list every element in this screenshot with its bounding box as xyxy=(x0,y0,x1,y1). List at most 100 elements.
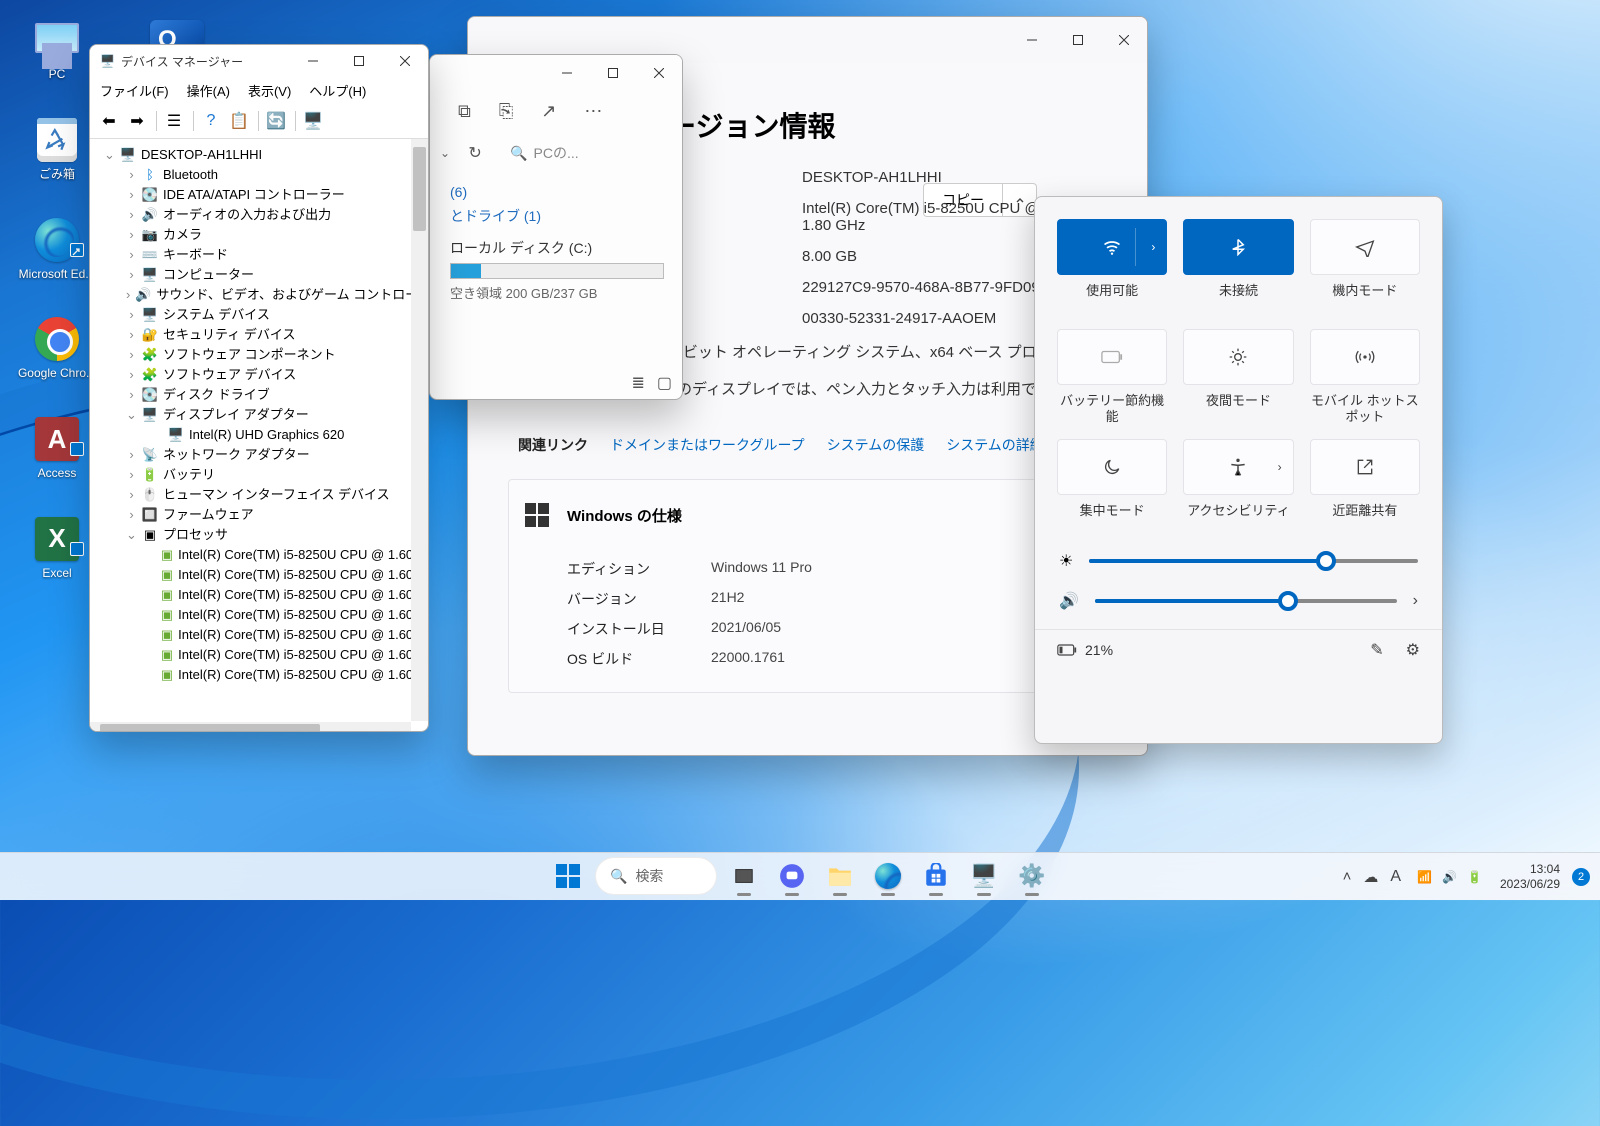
tree-node[interactable]: ⌄🖥️ディスプレイ アダプター xyxy=(94,405,428,425)
tree-node[interactable]: ›📷カメラ xyxy=(94,225,428,245)
minimize-button[interactable] xyxy=(1009,24,1055,56)
paste-icon[interactable]: ⎘ xyxy=(499,101,513,122)
tree-node[interactable]: ›🖥️コンピューター xyxy=(94,265,428,285)
tree-node[interactable]: ›📡ネットワーク アダプター xyxy=(94,445,428,465)
desktop-icon-excel[interactable]: X Excel xyxy=(14,513,100,583)
menu-view[interactable]: 表示(V) xyxy=(248,81,291,100)
more-icon[interactable]: ⋯ xyxy=(584,101,602,122)
wifi-toggle[interactable]: › xyxy=(1057,219,1167,275)
night-light-toggle[interactable] xyxy=(1183,329,1293,385)
maximize-button[interactable] xyxy=(336,45,382,77)
brightness-slider[interactable]: ☀ xyxy=(1035,541,1442,581)
share-icon[interactable]: ↗ xyxy=(541,101,556,122)
chevron-right-icon[interactable]: › xyxy=(1278,460,1282,474)
desktop-icon-recycle[interactable]: ごみ箱 xyxy=(14,114,100,184)
drive-item[interactable]: ローカル ディスク (C:) 空き領域 200 GB/237 GB xyxy=(440,238,666,302)
settings-icon[interactable]: ⚙ xyxy=(1406,640,1420,660)
tray-onedrive-icon[interactable]: ☁ xyxy=(1363,868,1378,886)
notification-badge[interactable]: 2 xyxy=(1572,868,1590,886)
battery-status[interactable]: 21% xyxy=(1057,642,1113,658)
tree-node[interactable]: ›⌨️キーボード xyxy=(94,245,428,265)
accessibility-toggle[interactable]: › xyxy=(1183,439,1293,495)
tree-node[interactable]: ▣Intel(R) Core(TM) i5-8250U CPU @ 1.60..… xyxy=(94,625,428,645)
copy-icon[interactable]: ⧉ xyxy=(458,101,471,122)
tree-node[interactable]: ›🖥️システム デバイス xyxy=(94,305,428,325)
back-button[interactable]: ⬅ xyxy=(96,108,122,134)
focus-toggle[interactable] xyxy=(1057,439,1167,495)
desktop-icon-chrome[interactable]: Google Chro... xyxy=(14,313,100,383)
view-list-icon[interactable]: ≣ xyxy=(631,373,644,393)
tree-node[interactable]: ▣Intel(R) Core(TM) i5-8250U CPU @ 1.60..… xyxy=(94,585,428,605)
view-grid-icon[interactable]: ▢ xyxy=(657,373,672,393)
drives-group[interactable]: とドライブ (1) xyxy=(440,202,666,228)
minimize-button[interactable] xyxy=(290,45,336,77)
tree-node[interactable]: ▣Intel(R) Core(TM) i5-8250U CPU @ 1.60..… xyxy=(94,565,428,585)
close-button[interactable] xyxy=(382,45,428,77)
tray-chevron-icon[interactable]: ˄ xyxy=(1343,868,1352,885)
link-domain[interactable]: ドメインまたはワークグループ xyxy=(610,435,805,455)
refresh-icon[interactable]: ↻ xyxy=(460,138,490,168)
volume-slider[interactable]: 🔊 › xyxy=(1035,581,1442,621)
maximize-button[interactable] xyxy=(590,57,636,89)
tree-node[interactable]: ›💽IDE ATA/ATAPI コントローラー xyxy=(94,185,428,205)
maximize-button[interactable] xyxy=(1055,24,1101,56)
tree-node[interactable]: ›ᛒBluetooth xyxy=(94,165,428,185)
start-button[interactable] xyxy=(548,856,588,896)
battery-saver-toggle[interactable] xyxy=(1057,329,1167,385)
tree-node[interactable]: ›🔋バッテリ xyxy=(94,465,428,485)
taskbar-app-explorer[interactable] xyxy=(820,856,860,896)
tree-node[interactable]: ›🔊サウンド、ビデオ、およびゲーム コントローラー xyxy=(94,285,428,305)
tree-node[interactable]: ›🖱️ヒューマン インターフェイス デバイス xyxy=(94,485,428,505)
tree-node[interactable]: ⌄▣プロセッサ xyxy=(94,525,428,545)
taskbar-app-chat[interactable] xyxy=(772,856,812,896)
hotspot-toggle[interactable] xyxy=(1310,329,1420,385)
menu-action[interactable]: 操作(A) xyxy=(187,81,230,100)
tree-node[interactable]: ›🔲ファームウェア xyxy=(94,505,428,525)
link-protection[interactable]: システムの保護 xyxy=(827,435,925,455)
tray-ime-icon[interactable]: A xyxy=(1390,868,1401,886)
chevron-right-icon[interactable]: › xyxy=(1413,592,1418,610)
chevron-down-icon[interactable]: ⌄ xyxy=(440,146,450,160)
monitor-icon[interactable]: 🖥️ xyxy=(300,108,326,134)
tree-node[interactable]: ›🧩ソフトウェア コンポーネント xyxy=(94,345,428,365)
menu-file[interactable]: ファイル(F) xyxy=(100,81,169,100)
close-button[interactable] xyxy=(636,57,682,89)
forward-button[interactable]: ➡ xyxy=(124,108,150,134)
chevron-right-icon[interactable]: › xyxy=(1151,240,1155,254)
taskbar-app-edge[interactable] xyxy=(868,856,908,896)
tree-node[interactable]: 🖥️Intel(R) UHD Graphics 620 xyxy=(94,425,428,445)
taskbar-app-settings[interactable]: ⚙️ xyxy=(1012,856,1052,896)
show-hidden-icon[interactable]: ☰ xyxy=(161,108,187,134)
desktop-icon-pc[interactable]: PC xyxy=(14,14,100,84)
close-button[interactable] xyxy=(1101,24,1147,56)
tree-node[interactable]: ▣Intel(R) Core(TM) i5-8250U CPU @ 1.60..… xyxy=(94,645,428,665)
menu-help[interactable]: ヘルプ(H) xyxy=(309,81,366,100)
system-tray[interactable]: 📶 🔊 🔋 xyxy=(1409,866,1490,888)
minimize-button[interactable] xyxy=(544,57,590,89)
horizontal-scrollbar[interactable] xyxy=(90,722,411,732)
nearby-share-toggle[interactable] xyxy=(1310,439,1420,495)
bluetooth-toggle[interactable] xyxy=(1183,219,1293,275)
taskbar-app-devmgr[interactable]: 🖥️ xyxy=(964,856,1004,896)
scan-icon[interactable]: 🔄 xyxy=(263,108,289,134)
vertical-scrollbar[interactable] xyxy=(411,139,428,721)
search-input[interactable]: 🔍PCの... xyxy=(500,143,672,163)
taskbar-search[interactable]: 🔍検索 xyxy=(596,858,716,894)
tree-node[interactable]: ▣Intel(R) Core(TM) i5-8250U CPU @ 1.60..… xyxy=(94,545,428,565)
desktop-icon-access[interactable]: A Access xyxy=(14,413,100,483)
tree-node[interactable]: ›🔊オーディオの入力および出力 xyxy=(94,205,428,225)
tree-node[interactable]: ▣Intel(R) Core(TM) i5-8250U CPU @ 1.60..… xyxy=(94,665,428,685)
properties-icon[interactable]: 📋 xyxy=(226,108,252,134)
help-icon[interactable]: ? xyxy=(198,108,224,134)
tree-node[interactable]: ⌄🖥️DESKTOP-AH1LHHI xyxy=(94,145,428,165)
taskbar-app-store[interactable] xyxy=(916,856,956,896)
desktop-icon-edge[interactable]: Microsoft Ed... xyxy=(14,214,100,284)
tree-node[interactable]: ›🧩ソフトウェア デバイス xyxy=(94,365,428,385)
task-view-button[interactable] xyxy=(724,856,764,896)
tree-node[interactable]: ›💽ディスク ドライブ xyxy=(94,385,428,405)
edit-icon[interactable]: ✎ xyxy=(1370,640,1383,660)
tree-node[interactable]: ›🔐セキュリティ デバイス xyxy=(94,325,428,345)
folders-count[interactable]: (6) xyxy=(450,184,467,200)
taskbar-clock[interactable]: 13:04 2023/06/29 xyxy=(1500,862,1560,892)
tree-node[interactable]: ▣Intel(R) Core(TM) i5-8250U CPU @ 1.60..… xyxy=(94,605,428,625)
